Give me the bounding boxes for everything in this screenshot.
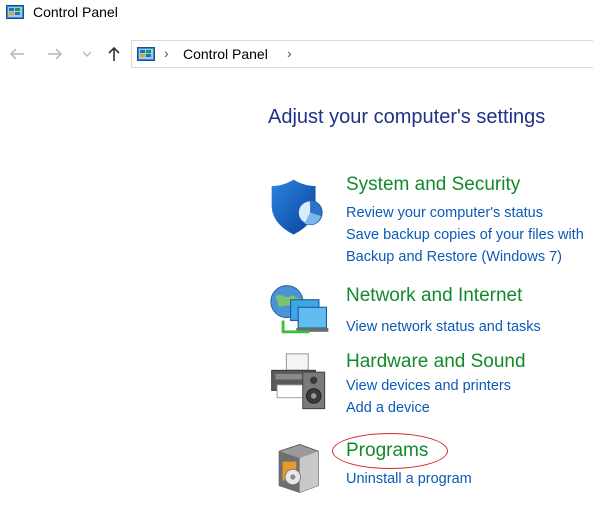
control-panel-icon xyxy=(137,47,155,61)
network-internet-link[interactable]: Network and Internet xyxy=(346,285,522,307)
page-heading: Adjust your computer's settings xyxy=(268,106,546,128)
category-system-security: System and Security Review your computer… xyxy=(264,174,593,265)
up-arrow-icon[interactable] xyxy=(103,42,125,66)
hardware-sound-link[interactable]: Hardware and Sound xyxy=(346,351,526,373)
breadcrumb-control-panel[interactable]: Control Panel xyxy=(183,46,268,62)
review-status-link[interactable]: Review your computer's status xyxy=(346,202,584,224)
breadcrumb-separator[interactable]: › xyxy=(287,45,292,61)
breadcrumb-separator[interactable]: › xyxy=(164,45,169,61)
programs-links: Uninstall a program xyxy=(346,468,472,490)
devices-printers-link[interactable]: View devices and printers xyxy=(346,375,511,397)
control-panel-window: Control Panel › Control Panel › Adjust y… xyxy=(0,0,593,522)
add-device-link[interactable]: Add a device xyxy=(346,397,511,419)
backup-restore-link[interactable]: Backup and Restore (Windows 7) xyxy=(346,246,584,268)
hardware-sound-links: View devices and printers Add a device xyxy=(346,375,511,419)
network-status-link[interactable]: View network status and tasks xyxy=(346,316,541,338)
highlight-annotation xyxy=(332,433,448,469)
window-title: Control Panel xyxy=(33,4,118,20)
network-internet-links: View network status and tasks xyxy=(346,316,541,338)
back-arrow-icon[interactable] xyxy=(6,42,28,66)
shield-icon xyxy=(271,179,323,235)
uninstall-program-link[interactable]: Uninstall a program xyxy=(346,468,472,490)
chevron-down-icon[interactable] xyxy=(79,42,95,66)
system-security-links: Review your computer's status Save backu… xyxy=(346,202,584,268)
network-globe-icon xyxy=(270,285,329,334)
system-security-link[interactable]: System and Security xyxy=(346,174,520,196)
category-network-internet: Network and Internet View network status… xyxy=(264,285,593,345)
save-backup-link[interactable]: Save backup copies of your files with xyxy=(346,224,584,246)
address-bar[interactable]: › Control Panel › xyxy=(131,40,593,68)
title-bar: Control Panel xyxy=(0,0,593,28)
navigation-bar: › Control Panel › xyxy=(0,38,593,70)
forward-arrow-icon[interactable] xyxy=(44,42,66,66)
printer-speaker-icon xyxy=(271,353,326,410)
control-panel-icon xyxy=(6,5,24,19)
category-hardware-sound: Hardware and Sound View devices and prin… xyxy=(264,351,593,421)
programs-box-icon xyxy=(278,443,319,493)
